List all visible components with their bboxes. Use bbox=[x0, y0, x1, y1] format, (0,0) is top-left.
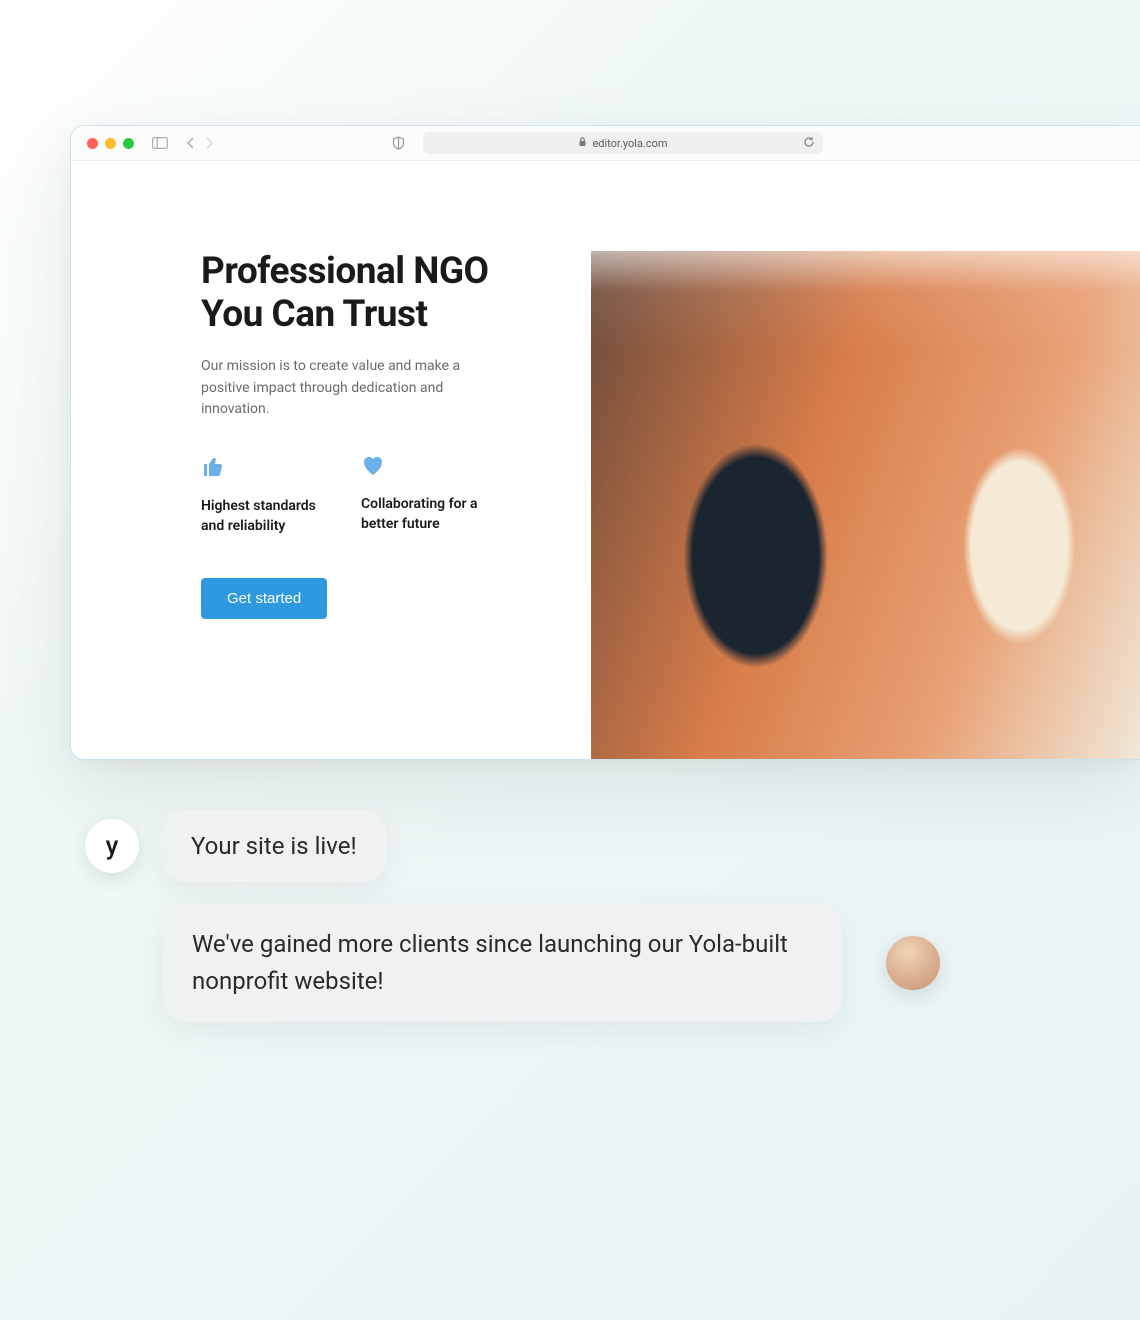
chat-row-user: We've gained more clients since launchin… bbox=[162, 904, 1140, 1022]
yola-logo-glyph: y bbox=[106, 831, 119, 861]
chat-bubble-system: Your site is live! bbox=[161, 810, 387, 882]
chat-area: y Your site is live! We've gained more c… bbox=[85, 810, 1140, 1044]
hero-text-column: Professional NGO You Can Trust Our missi… bbox=[201, 251, 531, 759]
chat-bubble-user: We've gained more clients since launchin… bbox=[162, 904, 842, 1022]
forward-button[interactable] bbox=[205, 137, 214, 149]
close-window-button[interactable] bbox=[87, 138, 98, 149]
hero-image bbox=[591, 251, 1140, 759]
feature-label: Collaborating for a better future bbox=[361, 495, 491, 534]
features-row: Highest standards and reliability Collab… bbox=[201, 455, 531, 536]
get-started-button[interactable]: Get started bbox=[201, 578, 327, 619]
maximize-window-button[interactable] bbox=[123, 138, 134, 149]
chat-row-yola: y Your site is live! bbox=[85, 810, 1140, 882]
feature-item: Highest standards and reliability bbox=[201, 455, 331, 536]
browser-toolbar: editor.yola.com bbox=[71, 126, 1140, 161]
minimize-window-button[interactable] bbox=[105, 138, 116, 149]
yola-avatar: y bbox=[85, 819, 139, 873]
sidebar-toggle-icon[interactable] bbox=[152, 137, 168, 149]
refresh-icon[interactable] bbox=[803, 136, 815, 151]
lock-icon bbox=[578, 137, 587, 150]
thumbs-up-icon bbox=[201, 455, 331, 483]
feature-label: Highest standards and reliability bbox=[201, 497, 331, 536]
window-controls bbox=[87, 138, 134, 149]
address-bar[interactable]: editor.yola.com bbox=[423, 132, 823, 154]
back-button[interactable] bbox=[186, 137, 195, 149]
address-url: editor.yola.com bbox=[592, 137, 667, 150]
browser-window: editor.yola.com Professional NGO You Can… bbox=[70, 125, 1140, 760]
shield-icon[interactable] bbox=[392, 136, 405, 150]
page-subtitle: Our mission is to create value and make … bbox=[201, 356, 461, 421]
feature-item: Collaborating for a better future bbox=[361, 455, 491, 536]
user-avatar bbox=[886, 936, 940, 990]
heart-icon bbox=[361, 455, 491, 481]
page-title: Professional NGO You Can Trust bbox=[201, 251, 531, 336]
page-content: Professional NGO You Can Trust Our missi… bbox=[71, 161, 1140, 759]
